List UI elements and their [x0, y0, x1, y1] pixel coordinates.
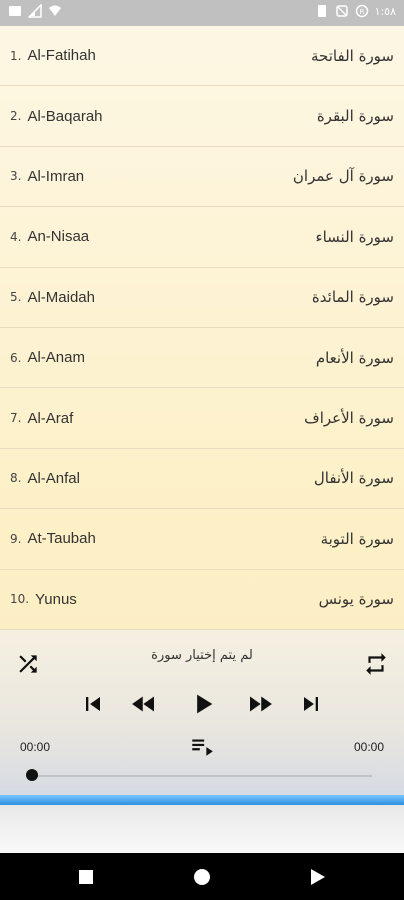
surah-arabic-name: سورة المائدة	[311, 288, 394, 307]
surah-number: 6.	[10, 350, 22, 365]
shuffle-icon	[19, 655, 37, 673]
surah-english-group: 2. Al-Baqarah	[10, 108, 103, 125]
surah-english-group: 3. Al-Imran	[10, 168, 84, 185]
playlist-icon	[192, 739, 213, 756]
play-icon	[197, 694, 213, 714]
surah-english-name: At-Taubah	[27, 530, 96, 548]
surah-english-group: 9. At-Taubah	[10, 530, 96, 547]
surah-english-group: 8. Al-Anfal	[10, 470, 80, 487]
surah-number: 2.	[10, 109, 22, 124]
surah-number: 1.	[10, 48, 22, 63]
surah-list-item[interactable]: 7. Al-Araf سورة الأعراف	[0, 388, 404, 449]
surah-english-group: 10. Yunus	[10, 591, 77, 608]
surah-arabic-name: سورة النساء	[315, 227, 394, 246]
repeat-icon	[366, 653, 386, 675]
surah-list-item[interactable]: 10. Yunus سورة يونس	[0, 570, 404, 630]
surah-arabic-name: سورة آل عمران	[292, 167, 394, 186]
mute-icon	[335, 5, 348, 17]
navigation-bar	[0, 853, 404, 900]
surah-list-item[interactable]: 9. At-Taubah سورة التوبة	[0, 509, 404, 570]
surah-english-group: 7. Al-Araf	[10, 410, 73, 427]
rewind-icon	[132, 696, 154, 712]
signal-off-icon	[28, 4, 42, 18]
progress-track[interactable]	[32, 775, 372, 777]
play-button[interactable]	[188, 688, 218, 720]
repeat-button[interactable]	[362, 650, 390, 678]
skip-previous-button[interactable]	[78, 688, 108, 720]
surah-number: 7.	[10, 411, 22, 426]
recents-button[interactable]	[76, 867, 96, 887]
surah-list-item[interactable]: 1. Al-Fatihah سورة الفاتحة	[0, 26, 404, 87]
surah-list-item[interactable]: 4. An-Nisaa سورة النساء	[0, 207, 404, 268]
surah-arabic-name: سورة البقرة	[316, 107, 394, 126]
progress-thumb[interactable]	[26, 769, 38, 781]
status-bar: R ١:٥٨	[0, 0, 404, 26]
surah-arabic-name: سورة التوبة	[320, 529, 394, 548]
surah-arabic-name: سورة الأعراف	[304, 409, 394, 428]
surah-number: 10.	[10, 592, 30, 607]
surah-english-name: Al-Baqarah	[27, 107, 103, 125]
surah-english-name: Al-Araf	[27, 409, 74, 427]
surah-english-group: 6. Al-Anam	[10, 349, 85, 366]
surah-english-name: Yunus	[35, 590, 77, 608]
elapsed-time: 00:00	[20, 740, 51, 754]
surah-arabic-name: سورة يونس	[318, 590, 394, 609]
audio-player: لم يتم إختيار سورة 00:00 00:00	[0, 630, 404, 795]
circle-icon	[194, 869, 210, 885]
surah-english-name: An-Nisaa	[27, 228, 90, 246]
battery-icon	[317, 5, 326, 17]
back-button[interactable]	[308, 867, 328, 887]
surah-list-item[interactable]: 5. Al-Maidah سورة المائدة	[0, 268, 404, 328]
surah-english-name: Al-Anam	[27, 349, 85, 367]
triangle-icon	[311, 869, 325, 885]
skip-next-icon	[304, 697, 318, 711]
surah-english-name: Al-Anfal	[27, 469, 80, 487]
fast-forward-button[interactable]	[242, 688, 278, 720]
surah-number: 5.	[10, 290, 22, 305]
home-button[interactable]	[192, 867, 212, 887]
total-time: 00:00	[353, 740, 384, 754]
skip-previous-icon	[86, 697, 100, 711]
surah-english-group: 5. Al-Maidah	[10, 289, 95, 306]
square-icon	[79, 870, 93, 884]
image-icon	[9, 6, 21, 16]
surah-arabic-name: سورة الأنعام	[315, 348, 394, 367]
surah-english-name: Al-Imran	[27, 167, 85, 185]
surah-list-item[interactable]: 6. Al-Anam سورة الأنعام	[0, 328, 404, 389]
surah-list: 1. Al-Fatihah سورة الفاتحة 2. Al-Baqarah سورة…	[0, 26, 404, 630]
surah-list-item[interactable]: 2. Al-Baqarah سورة البقرة	[0, 86, 404, 147]
surah-list-item[interactable]: 3. Al-Imran سورة آل عمران	[0, 147, 404, 208]
surah-english-name: Al-Fatihah	[27, 47, 96, 65]
wifi-icon	[49, 5, 61, 16]
accent-bar	[0, 795, 404, 805]
surah-english-name: Al-Maidah	[27, 288, 95, 306]
skip-next-button[interactable]	[296, 688, 326, 720]
playlist-button[interactable]	[186, 732, 218, 760]
surah-list-item[interactable]: 8. Al-Anfal سورة الأنفال	[0, 449, 404, 510]
shuffle-button[interactable]	[14, 650, 42, 678]
surah-number: 3.	[10, 169, 22, 184]
rewind-button[interactable]	[126, 688, 162, 720]
surah-arabic-name: سورة الأنفال	[313, 469, 394, 488]
player-status: لم يتم إختيار سورة	[151, 648, 253, 663]
clock: ١:٥٨	[374, 4, 396, 18]
svg-text:R: R	[359, 8, 364, 16]
bottom-strip	[0, 805, 404, 853]
surah-arabic-name: سورة الفاتحة	[311, 46, 394, 65]
surah-number: 9.	[10, 531, 22, 546]
surah-english-group: 1. Al-Fatihah	[10, 47, 96, 64]
surah-number: 8.	[10, 471, 22, 486]
surah-number: 4.	[10, 229, 22, 244]
fast-forward-icon	[250, 696, 272, 712]
surah-english-group: 4. An-Nisaa	[10, 228, 89, 245]
data-saver-icon: R	[355, 4, 368, 18]
